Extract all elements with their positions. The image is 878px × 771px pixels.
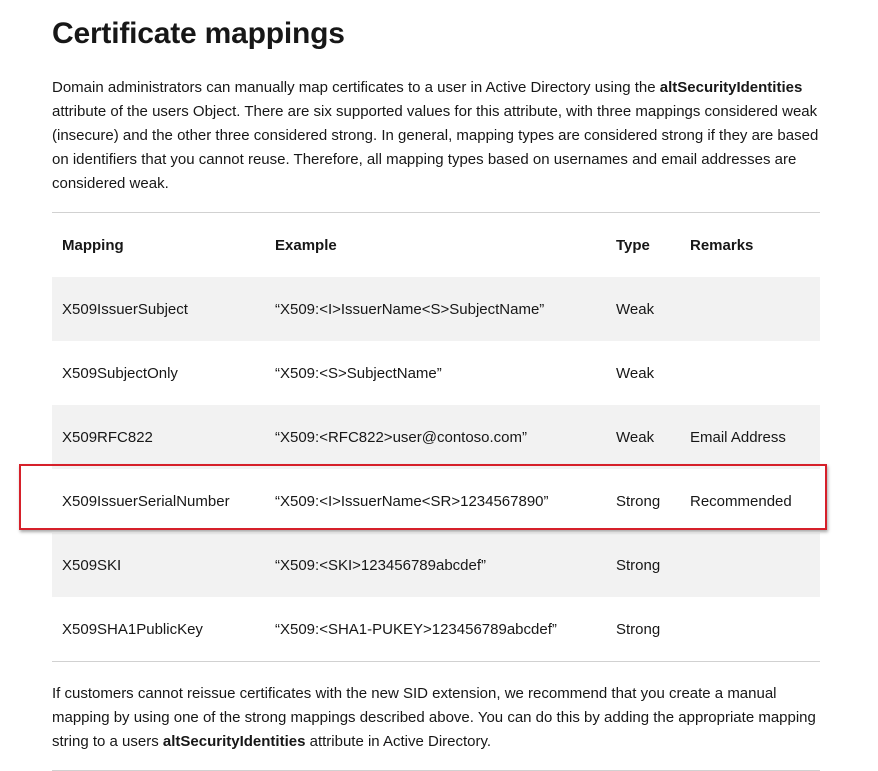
table-row: X509RFC822 “X509:<RFC822>user@contoso.co… — [52, 405, 820, 469]
cell-remarks — [680, 533, 820, 597]
cell-example: “X509:<SHA1-PUKEY>123456789abcdef” — [265, 597, 606, 661]
outro-text-2: attribute in Active Directory. — [305, 733, 492, 750]
table-bottom-divider — [52, 661, 820, 662]
cell-type: Strong — [606, 597, 680, 661]
cell-example: “X509:<I>IssuerName<S>SubjectName” — [265, 277, 606, 341]
table-row: X509SubjectOnly “X509:<S>SubjectName” We… — [52, 341, 820, 405]
header-example: Example — [275, 236, 337, 254]
cell-example: “X509:<I>IssuerName<SR>1234567890” — [265, 469, 606, 533]
header-mapping: Mapping — [62, 236, 124, 254]
cell-mapping: X509IssuerSerialNumber — [52, 469, 265, 533]
cell-type: Weak — [606, 277, 680, 341]
intro-text-1: Domain administrators can manually map c… — [52, 79, 660, 96]
table-row-highlighted: X509IssuerSerialNumber “X509:<I>IssuerNa… — [52, 469, 820, 533]
cell-type: Strong — [606, 469, 680, 533]
intro-paragraph: Domain administrators can manually map c… — [52, 76, 820, 196]
outro-attribute-name: altSecurityIdentities — [162, 733, 306, 750]
cell-mapping: X509IssuerSubject — [52, 277, 265, 341]
intro-attribute-name: altSecurityIdentities — [659, 79, 803, 96]
header-type: Type — [616, 236, 650, 254]
cell-mapping: X509SKI — [52, 533, 265, 597]
cell-remarks: Recommended — [680, 469, 820, 533]
table-row: X509SKI “X509:<SKI>123456789abcdef” Stro… — [52, 533, 820, 597]
cell-example: “X509:<SKI>123456789abcdef” — [265, 533, 606, 597]
article: Certificate mappings Domain administrato… — [52, 0, 820, 771]
cell-example: “X509:<RFC822>user@contoso.com” — [265, 405, 606, 469]
table-row: X509IssuerSubject “X509:<I>IssuerName<S>… — [52, 277, 820, 341]
cell-type: Weak — [606, 405, 680, 469]
header-remarks: Remarks — [690, 236, 754, 254]
cell-example: “X509:<S>SubjectName” — [265, 341, 606, 405]
table-row: X509SHA1PublicKey “X509:<SHA1-PUKEY>1234… — [52, 597, 820, 661]
cell-remarks — [680, 341, 820, 405]
cell-mapping: X509SHA1PublicKey — [52, 597, 265, 661]
cell-remarks — [680, 597, 820, 661]
cell-type: Weak — [606, 341, 680, 405]
outro-paragraph: If customers cannot reissue certificates… — [52, 682, 820, 754]
cell-mapping: X509SubjectOnly — [52, 341, 265, 405]
cell-remarks: Email Address — [680, 405, 820, 469]
intro-text-2: attribute of the users Object. There are… — [52, 103, 819, 192]
page-title: Certificate mappings — [52, 17, 345, 50]
cell-mapping: X509RFC822 — [52, 405, 265, 469]
table-header-row: Mapping Example Type Remarks — [52, 213, 820, 277]
cell-remarks — [680, 277, 820, 341]
cell-type: Strong — [606, 533, 680, 597]
mappings-table: Mapping Example Type Remarks X509IssuerS… — [52, 213, 820, 661]
